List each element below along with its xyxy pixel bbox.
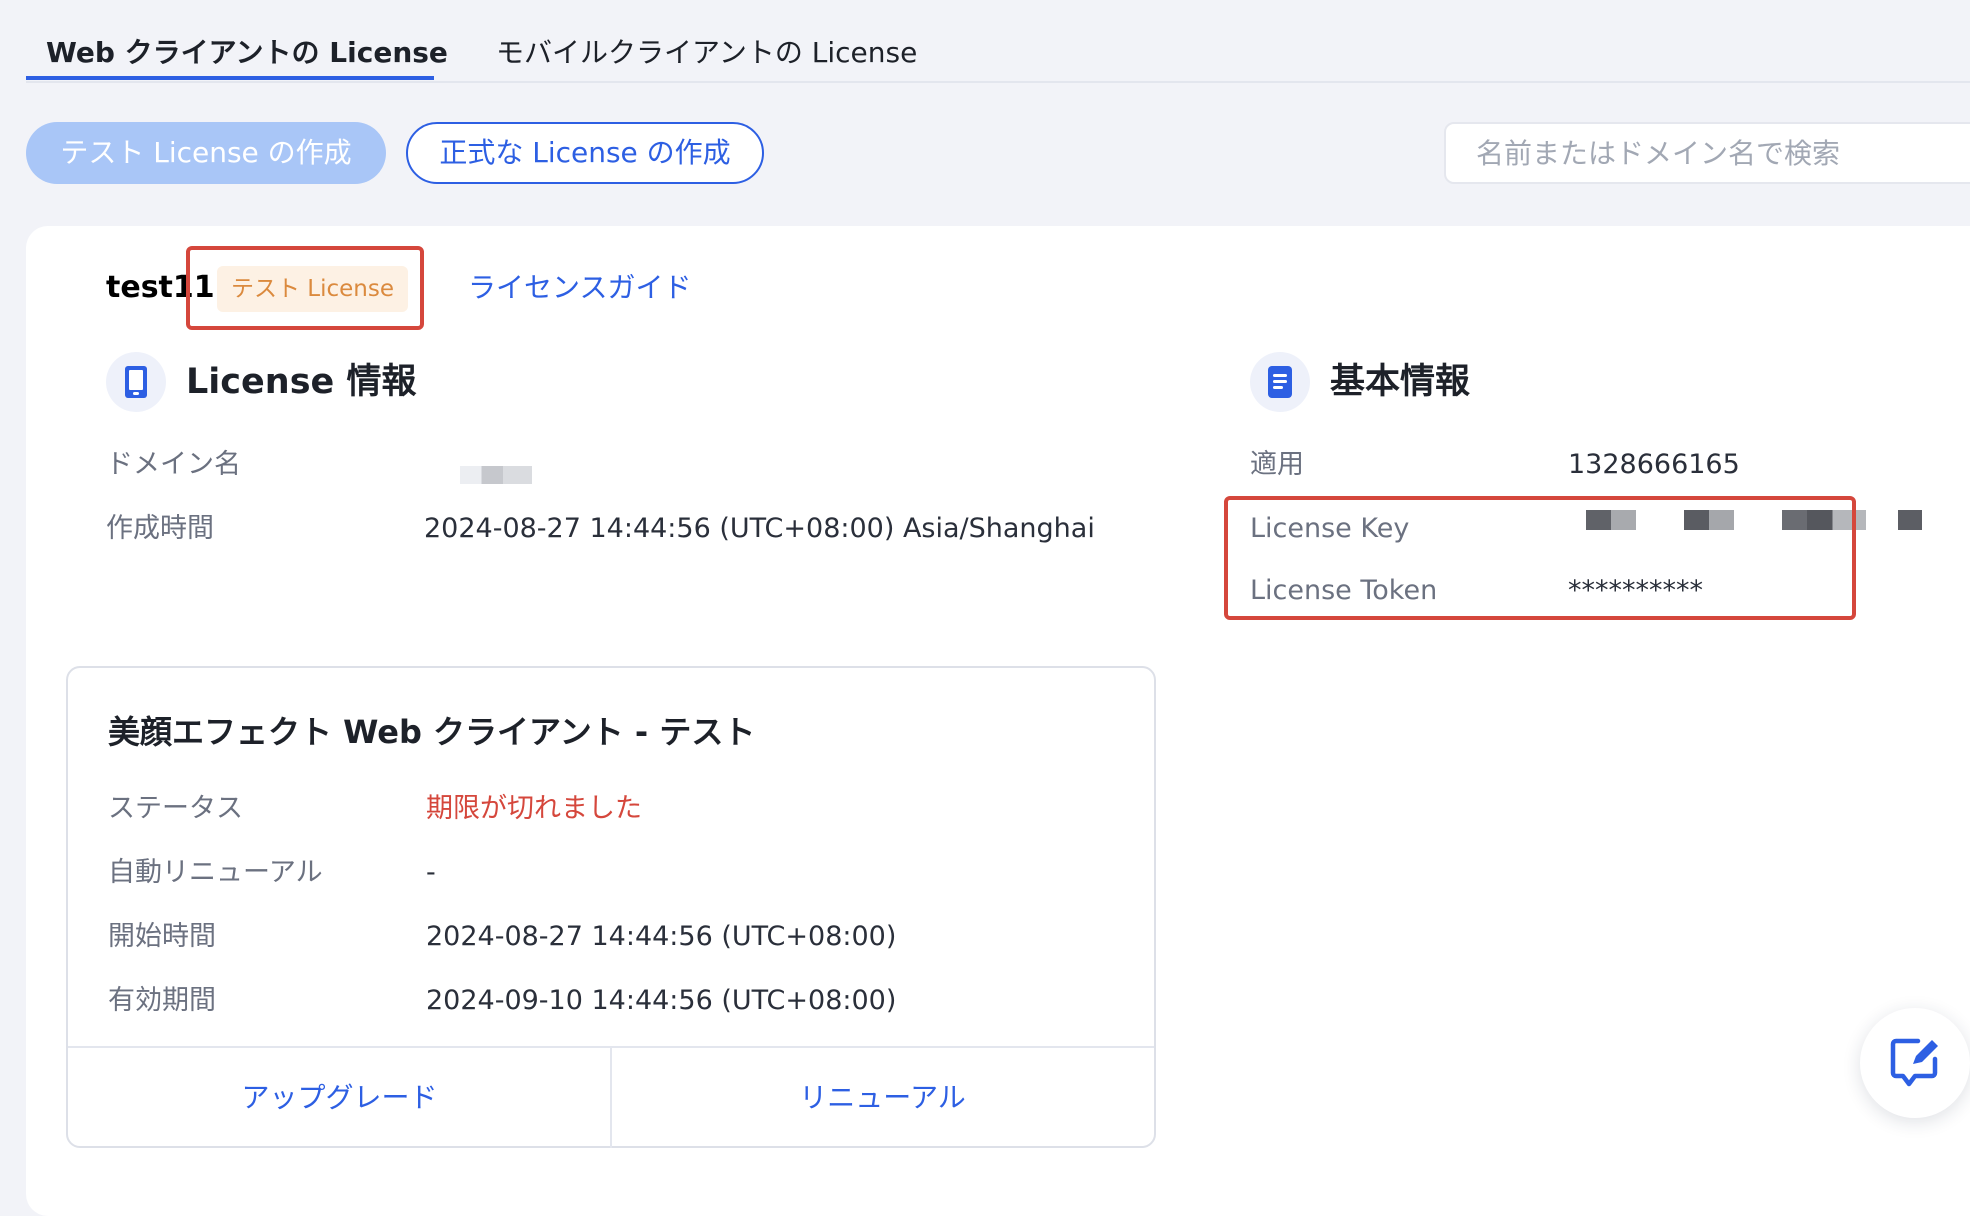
tab-mobile-client-license[interactable]: モバイルクライアントの License	[496, 36, 917, 70]
applied-value: 1328666165	[1568, 449, 1740, 480]
feedback-edit-icon	[1890, 1038, 1938, 1087]
created-time-value: 2024-08-27 14:44:56 (UTC+08:00) Asia/Sha…	[424, 513, 1095, 544]
search-input[interactable]	[1444, 122, 1970, 184]
product-card: 美顔エフェクト Web クライアント - テスト ステータス 期限が切れました …	[66, 666, 1156, 1148]
license-key-redaction-4	[1898, 510, 1922, 530]
valid-until-label: 有効期間	[108, 985, 216, 1016]
license-card: test111 テスト License ライセンスガイド License 情報 …	[26, 226, 1970, 1216]
tab-web-client-license[interactable]: Web クライアントの License	[46, 36, 448, 70]
status-value: 期限が切れました	[426, 793, 642, 824]
applied-label: 適用	[1250, 449, 1304, 480]
license-guide-link[interactable]: ライセンスガイド	[468, 270, 691, 306]
feedback-button[interactable]	[1860, 1008, 1970, 1118]
auto-renew-label: 自動リニューアル	[108, 857, 323, 888]
product-card-footer: アップグレード リニューアル	[68, 1046, 1154, 1148]
auto-renew-value: -	[426, 857, 436, 888]
start-time-label: 開始時間	[108, 921, 216, 952]
basic-info-title: 基本情報	[1330, 362, 1471, 402]
license-info-title: License 情報	[186, 362, 417, 402]
status-label: ステータス	[108, 793, 243, 824]
created-time-label: 作成時間	[106, 513, 214, 544]
document-icon	[1250, 352, 1310, 412]
license-tabs: Web クライアントの License モバイルクライアントの License	[26, 0, 1970, 83]
upgrade-button[interactable]: アップグレード	[68, 1048, 611, 1148]
highlight-box-badge	[186, 246, 424, 330]
renew-button[interactable]: リニューアル	[611, 1048, 1154, 1148]
valid-until-value: 2024-09-10 14:44:56 (UTC+08:00)	[426, 985, 897, 1016]
phone-icon	[106, 352, 166, 412]
domain-redaction	[460, 466, 532, 484]
start-time-value: 2024-08-27 14:44:56 (UTC+08:00)	[426, 921, 897, 952]
create-test-license-button[interactable]: テスト License の作成	[26, 122, 386, 184]
create-formal-license-button[interactable]: 正式な License の作成	[406, 122, 764, 184]
highlight-box-credentials	[1224, 496, 1856, 620]
product-title: 美顔エフェクト Web クライアント - テスト	[108, 713, 756, 751]
active-tab-indicator	[26, 76, 434, 80]
domain-name-label: ドメイン名	[106, 449, 241, 480]
